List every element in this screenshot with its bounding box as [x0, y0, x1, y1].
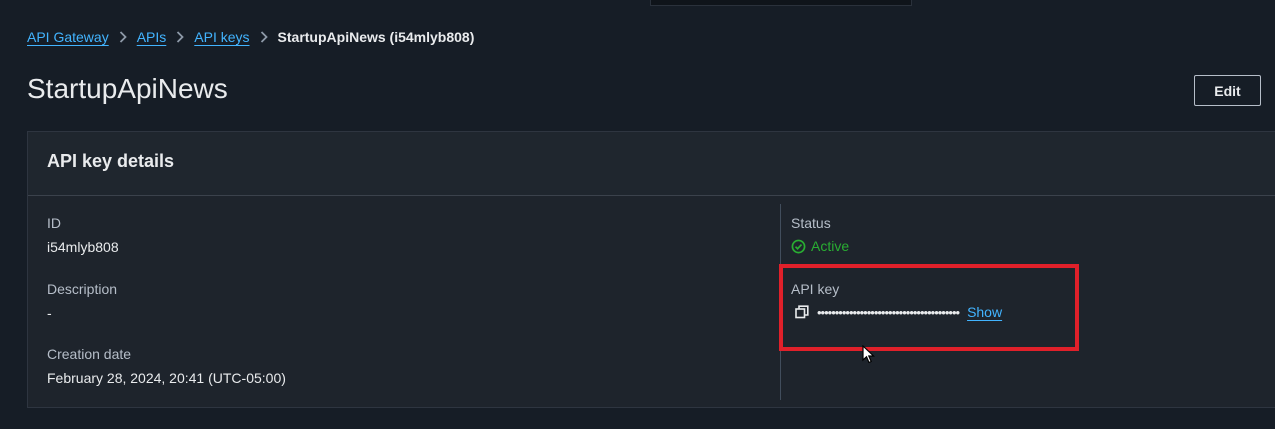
api-key-masked-value: •••••••••••••••••••••••••••••••••••••••• [817, 304, 960, 320]
chevron-right-icon [176, 31, 185, 43]
breadcrumb-api-keys[interactable]: API keys [194, 29, 249, 45]
chevron-right-icon [119, 31, 127, 43]
breadcrumb-current: StartupApiNews (i54mlyb808) [277, 29, 475, 45]
panel-title: API key details [47, 151, 175, 171]
breadcrumb-api-gateway[interactable]: API Gateway [27, 29, 109, 45]
status-label: Status [791, 215, 831, 231]
breadcrumb: API Gateway APIs API keys StartupApiNews… [27, 27, 474, 47]
chevron-right-icon [260, 31, 268, 43]
edit-button[interactable]: Edit [1194, 75, 1261, 106]
api-key-row: ••••••••••••••••••••••••••••••••••••••••… [795, 304, 1002, 320]
id-value: i54mlyb808 [47, 239, 119, 255]
check-circle-icon [791, 239, 811, 254]
page-title: StartupApiNews [27, 73, 228, 104]
panel-header: API key details [28, 132, 1275, 196]
column-divider [780, 204, 781, 400]
status-text: Active [811, 238, 850, 254]
top-tab-edge [650, 0, 912, 6]
description-value: - [47, 305, 52, 321]
status-value: Active [791, 238, 849, 254]
description-label: Description [47, 281, 118, 297]
id-label: ID [47, 215, 61, 231]
api-key-label: API key [791, 281, 840, 297]
breadcrumb-apis[interactable]: APIs [137, 29, 167, 45]
creation-date-value: February 28, 2024, 20:41 (UTC-05:00) [47, 370, 286, 386]
copy-icon[interactable] [795, 305, 809, 319]
show-api-key-link[interactable]: Show [967, 304, 1002, 320]
creation-date-label: Creation date [47, 346, 132, 362]
mouse-pointer-icon [862, 344, 876, 365]
api-key-details-panel: API key details ID i54mlyb808 Descriptio… [27, 131, 1275, 408]
